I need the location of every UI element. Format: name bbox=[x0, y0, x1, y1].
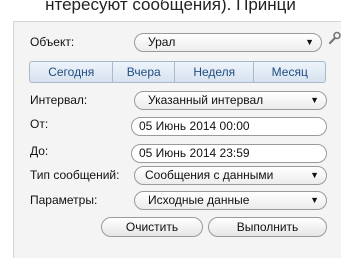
message-type-select-value: Сообщения с данными bbox=[145, 168, 274, 182]
object-select[interactable]: Урал ▼ bbox=[134, 33, 322, 52]
period-yesterday-button[interactable]: Вчера bbox=[113, 62, 176, 82]
chevron-down-icon: ▼ bbox=[305, 37, 314, 47]
chevron-down-icon: ▼ bbox=[310, 95, 319, 105]
execute-button[interactable]: Выполнить bbox=[208, 217, 327, 237]
period-segmented-control: Сегодня Вчера Неделя Месяц bbox=[29, 61, 326, 83]
parameters-label: Параметры: bbox=[30, 193, 98, 207]
to-datetime-input[interactable]: 05 Июнь 2014 23:59 bbox=[131, 144, 327, 163]
chevron-down-icon: ▼ bbox=[310, 170, 319, 180]
clear-button[interactable]: Очистить bbox=[101, 217, 203, 237]
interval-label: Интервал: bbox=[30, 93, 88, 107]
from-label: От: bbox=[30, 117, 49, 131]
period-week-button[interactable]: Неделя bbox=[175, 62, 255, 82]
parameters-select-value: Исходные данные bbox=[148, 193, 250, 207]
message-type-select[interactable]: Сообщения с данными ▼ bbox=[134, 166, 327, 185]
period-today-button[interactable]: Сегодня bbox=[30, 62, 114, 82]
from-datetime-input[interactable]: 05 Июнь 2014 00:00 bbox=[131, 117, 327, 136]
interval-select[interactable]: Указанный интервал ▼ bbox=[134, 91, 327, 110]
object-label: Объект: bbox=[30, 35, 75, 49]
parameters-select[interactable]: Исходные данные ▼ bbox=[134, 191, 327, 210]
chevron-down-icon: ▼ bbox=[310, 195, 319, 205]
background-text: нтересуют сообщения). Принци bbox=[45, 0, 296, 14]
period-month-button[interactable]: Месяц bbox=[254, 62, 325, 82]
to-label: До: bbox=[30, 144, 49, 158]
object-select-value: Урал bbox=[148, 35, 176, 49]
wrench-icon[interactable] bbox=[327, 31, 341, 45]
interval-select-value: Указанный интервал bbox=[148, 93, 264, 107]
message-type-label: Тип сообщений: bbox=[30, 168, 120, 182]
